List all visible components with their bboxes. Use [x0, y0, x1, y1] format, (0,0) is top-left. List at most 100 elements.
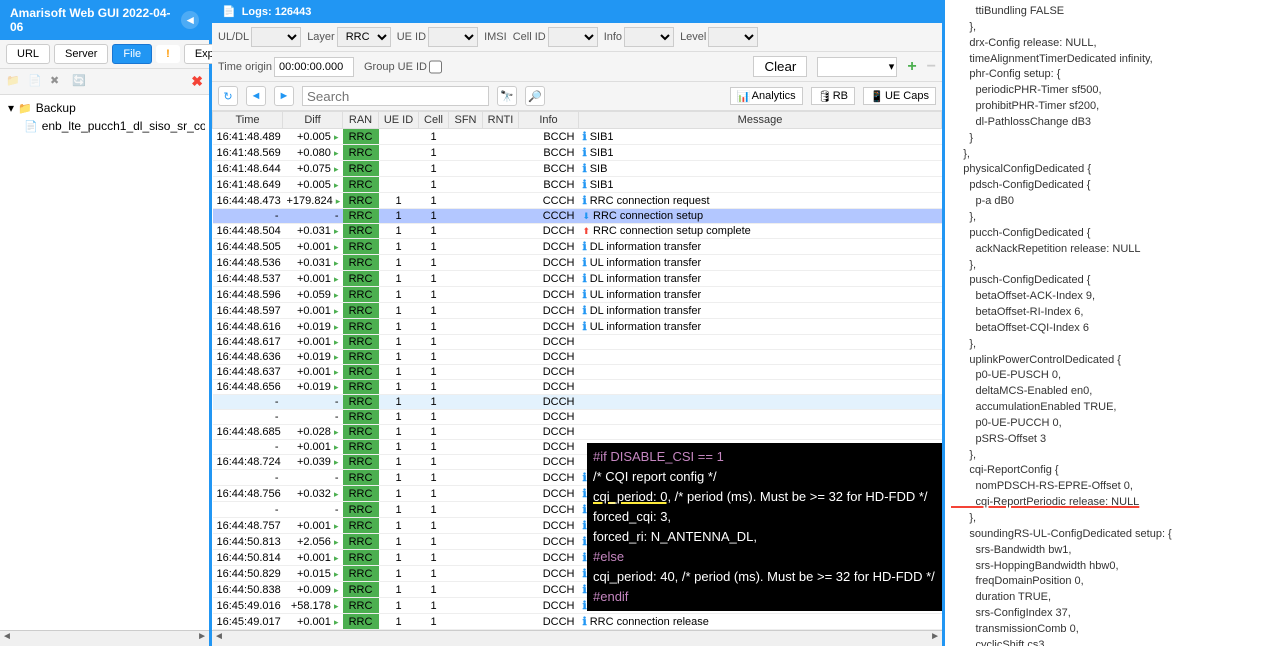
log-row[interactable]: 16:44:48.473+179.824 ▸RRC11CCCHRRC conne…: [213, 193, 942, 209]
filter-bar: UL/DL LayerRRC UE ID IMSI Cell ID Info L…: [212, 23, 942, 52]
clear-button[interactable]: Clear: [753, 56, 807, 77]
log-row[interactable]: 16:44:48.617+0.001 ▸RRC11DCCH: [213, 335, 942, 350]
search-bar: ↻ ◄ ► 🔭 🔎 📊Analytics 🛢RB 📱UE Caps: [212, 82, 942, 111]
log-row[interactable]: 16:44:48.597+0.001 ▸RRC11DCCHDL informat…: [213, 303, 942, 319]
log-row[interactable]: --RRC11DCCH: [213, 395, 942, 410]
log-row[interactable]: --RRC11CCCHRRC connection setup: [213, 209, 942, 224]
add-filter-icon[interactable]: +: [907, 58, 916, 76]
log-row[interactable]: 16:44:48.636+0.019 ▸RRC11DCCH: [213, 350, 942, 365]
nav-reload-icon[interactable]: ↻: [218, 86, 238, 106]
col-rnti[interactable]: RNTI: [483, 112, 519, 129]
filter-preset-select[interactable]: ▾: [817, 57, 897, 77]
origin-row: Time origin Group UE ID Clear ▾ + −: [212, 52, 942, 82]
msg-icon: [583, 241, 590, 253]
detail-code-highlight: cqi-ReportPeriodic release: NULL: [951, 496, 1139, 508]
app-title: Amarisoft Web GUI 2022-04-06: [10, 6, 181, 34]
tree-folder-backup[interactable]: ▾ Backup: [4, 99, 205, 117]
msg-icon: [583, 179, 590, 191]
overlay-else: #else: [593, 547, 942, 567]
col-time[interactable]: Time: [213, 112, 283, 129]
log-row[interactable]: 16:41:48.649+0.005 ▸RRC1BCCHSIB1: [213, 177, 942, 193]
server-button[interactable]: Server: [54, 44, 108, 64]
doc-icon[interactable]: 📄: [28, 74, 44, 90]
folder-icon: [18, 101, 32, 115]
tree-file-log[interactable]: enb_lte_pucch1_dl_siso_sr_count_44.log..…: [20, 117, 205, 135]
overlay-l7: cqi_period: 40, /* period (ms). Must be …: [593, 567, 942, 587]
nav-next-icon[interactable]: ►: [274, 86, 294, 106]
sidebar-hscroll[interactable]: [0, 630, 209, 646]
log-grid-wrap[interactable]: TimeDiffRANUE IDCellSFNRNTIInfoMessage 1…: [212, 111, 942, 630]
close-icon[interactable]: ✖: [191, 73, 203, 90]
logs-title: Logs: 126443: [242, 6, 312, 18]
cellid-select[interactable]: [548, 27, 598, 47]
msg-icon: [583, 616, 590, 628]
search-input[interactable]: [302, 86, 489, 106]
app-titlebar: Amarisoft Web GUI 2022-04-06 ◄: [0, 0, 209, 40]
expand-icon[interactable]: ▾: [8, 101, 14, 115]
msg-icon: [583, 210, 594, 222]
file-icon: [24, 119, 38, 133]
detail-code-post: }, soundingRS-UL-ConfigDedicated setup: …: [951, 512, 1172, 646]
col-diff[interactable]: Diff: [283, 112, 343, 129]
file-button[interactable]: File: [112, 44, 152, 64]
log-row[interactable]: 16:41:48.489+0.005 ▸RRC1BCCHSIB1: [213, 129, 942, 145]
log-row[interactable]: 16:44:48.637+0.001 ▸RRC11DCCH: [213, 365, 942, 380]
log-row[interactable]: 16:45:49.017+0.001 ▸RRC11DCCHRRC connect…: [213, 614, 942, 630]
groupueid-checkbox[interactable]: [429, 57, 442, 77]
file-tree: ▾ Backup enb_lte_pucch1_dl_siso_sr_count…: [0, 95, 209, 139]
analytics-button[interactable]: 📊Analytics: [730, 87, 803, 105]
file-label: enb_lte_pucch1_dl_siso_sr_count_44.log..…: [42, 119, 205, 133]
msg-icon: [583, 225, 594, 237]
uldl-label: UL/DL: [218, 31, 249, 43]
col-info[interactable]: Info: [519, 112, 579, 129]
col-ueid[interactable]: UE ID: [379, 112, 419, 129]
timeorigin-label: Time origin: [218, 61, 272, 73]
log-row[interactable]: 16:44:48.656+0.019 ▸RRC11DCCH: [213, 380, 942, 395]
log-row[interactable]: --RRC11DCCH: [213, 410, 942, 425]
refresh-icon[interactable]: 🔄: [72, 74, 88, 90]
collapse-sidebar-icon[interactable]: ◄: [181, 11, 199, 29]
col-cell[interactable]: Cell: [419, 112, 449, 129]
log-row[interactable]: 16:44:48.685+0.028 ▸RRC11DCCH: [213, 425, 942, 440]
log-row[interactable]: 16:41:48.644+0.075 ▸RRC1BCCHSIB: [213, 161, 942, 177]
url-button[interactable]: URL: [6, 44, 50, 64]
layer-select[interactable]: RRC: [337, 27, 391, 47]
msg-icon: [583, 147, 590, 159]
level-select[interactable]: [708, 27, 758, 47]
layer-label: Layer: [307, 31, 335, 43]
new-folder-icon[interactable]: 📁: [6, 74, 22, 90]
info-select[interactable]: [624, 27, 674, 47]
rb-button[interactable]: 🛢RB: [811, 87, 855, 105]
detail-code-pre: ttiBundling FALSE }, drx-Config release:…: [951, 5, 1153, 492]
find-next-icon[interactable]: 🔎: [525, 86, 545, 106]
delete-icon[interactable]: ✖: [50, 74, 66, 90]
log-row[interactable]: 16:44:48.616+0.019 ▸RRC11DCCHUL informat…: [213, 319, 942, 335]
uldl-select[interactable]: [251, 27, 301, 47]
chart-icon: 📊: [737, 90, 749, 102]
remove-filter-icon[interactable]: −: [927, 58, 936, 76]
db-icon: 🛢: [818, 90, 830, 102]
msg-icon: [583, 131, 590, 143]
binoculars-icon[interactable]: 🔭: [497, 86, 517, 106]
col-ran[interactable]: RAN: [343, 112, 379, 129]
center-hscroll[interactable]: [212, 630, 942, 646]
msg-icon: [583, 163, 590, 175]
warning-icon[interactable]: !: [156, 45, 180, 63]
uecaps-button[interactable]: 📱UE Caps: [863, 87, 936, 105]
nav-prev-icon[interactable]: ◄: [246, 86, 266, 106]
log-row[interactable]: 16:44:48.596+0.059 ▸RRC11DCCHUL informat…: [213, 287, 942, 303]
detail-panel[interactable]: ttiBundling FALSE }, drx-Config release:…: [945, 0, 1280, 646]
sidebar: Amarisoft Web GUI 2022-04-06 ◄ URL Serve…: [0, 0, 212, 646]
log-row[interactable]: 16:44:48.505+0.001 ▸RRC11DCCHDL informat…: [213, 239, 942, 255]
log-row[interactable]: 16:41:48.569+0.080 ▸RRC1BCCHSIB1: [213, 145, 942, 161]
code-overlay: #if DISABLE_CSI == 1 /* CQI report confi…: [587, 443, 942, 611]
file-toolbar: 📁 📄 ✖ 🔄 ✖: [0, 69, 209, 95]
col-sfn[interactable]: SFN: [449, 112, 483, 129]
timeorigin-input[interactable]: [274, 57, 354, 77]
ueid-select[interactable]: [428, 27, 478, 47]
log-row[interactable]: 16:44:48.536+0.031 ▸RRC11DCCHUL informat…: [213, 255, 942, 271]
log-row[interactable]: 16:44:48.504+0.031 ▸RRC11DCCHRRC connect…: [213, 224, 942, 239]
log-row[interactable]: 16:44:48.537+0.001 ▸RRC11DCCHDL informat…: [213, 271, 942, 287]
col-message[interactable]: Message: [579, 112, 942, 129]
info-label: Info: [604, 31, 622, 43]
